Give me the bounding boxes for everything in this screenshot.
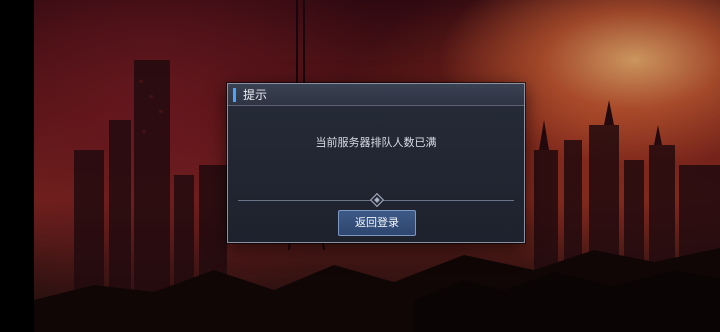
dialog-header: 提示: [228, 84, 524, 106]
dialog-title: 提示: [243, 88, 268, 102]
return-to-login-button[interactable]: 返回登录: [338, 210, 416, 236]
dialog-message: 当前服务器排队人数已满: [315, 136, 437, 149]
server-queue-full-dialog: 提示 当前服务器排队人数已满 返回登录: [227, 83, 525, 243]
header-accent-bar: [233, 88, 236, 102]
diamond-ornament-icon: [369, 192, 385, 208]
left-letterbox: [0, 0, 34, 332]
